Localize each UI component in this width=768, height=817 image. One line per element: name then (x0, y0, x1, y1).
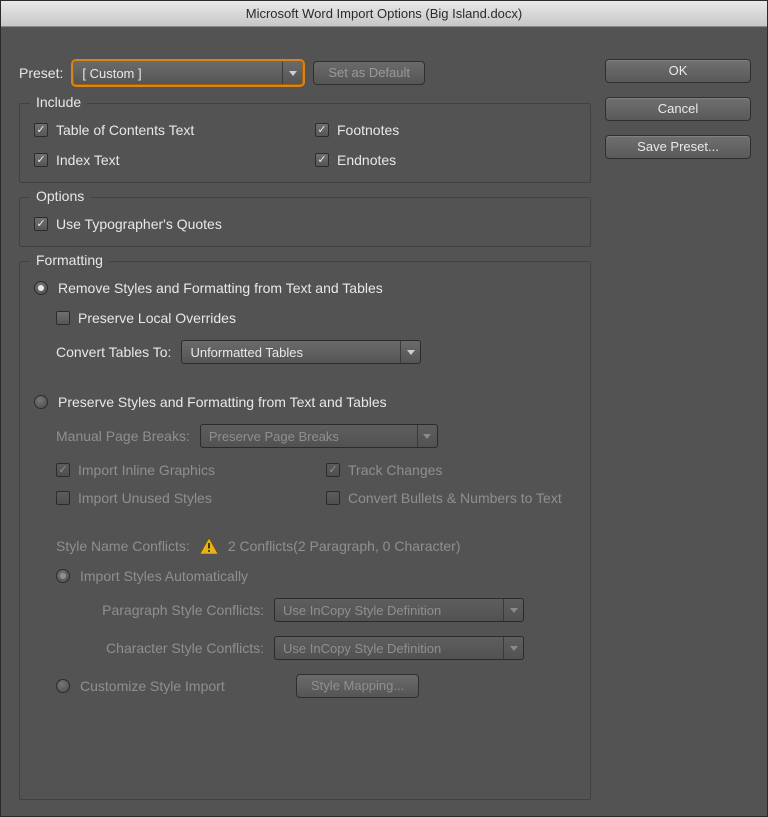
warning-icon (200, 538, 218, 554)
paragraph-conflicts-value: Use InCopy Style Definition (283, 603, 441, 618)
style-conflicts-row: Style Name Conflicts: 2 Conflicts(2 Para… (56, 538, 576, 554)
convert-tables-value: Unformatted Tables (190, 345, 303, 360)
chevron-down-icon (503, 599, 523, 621)
convert-bullets-label: Convert Bullets & Numbers to Text (348, 490, 562, 506)
main-column: Preset: [ Custom ] Set as Default Includ… (19, 43, 605, 800)
cancel-button[interactable]: Cancel (605, 97, 751, 121)
include-legend: Include (30, 94, 87, 110)
checkbox-icon (326, 491, 340, 505)
track-changes-label: Track Changes (348, 462, 442, 478)
checkbox-icon (34, 153, 48, 167)
checkbox-icon (326, 463, 340, 477)
import-inline-label: Import Inline Graphics (78, 462, 215, 478)
include-group: Include Table of Contents Text Footnotes… (19, 103, 591, 183)
set-as-default-button[interactable]: Set as Default (313, 61, 425, 85)
preset-value: [ Custom ] (82, 66, 141, 81)
chevron-down-icon (417, 425, 437, 447)
radio-icon (56, 569, 70, 583)
checkbox-icon (315, 153, 329, 167)
radio-icon (34, 395, 48, 409)
footnotes-checkbox[interactable]: Footnotes (315, 122, 576, 138)
preserve-local-checkbox[interactable]: Preserve Local Overrides (56, 310, 576, 326)
checkbox-icon (56, 491, 70, 505)
chevron-down-icon (400, 341, 420, 363)
preset-label: Preset: (19, 65, 63, 81)
import-unused-checkbox: Import Unused Styles (56, 490, 306, 506)
ok-button[interactable]: OK (605, 59, 751, 83)
remove-styles-label: Remove Styles and Formatting from Text a… (58, 280, 383, 296)
customize-row: Customize Style Import Style Mapping... (56, 674, 576, 698)
formatting-group: Formatting Remove Styles and Formatting … (19, 261, 591, 800)
preset-dropdown[interactable]: [ Custom ] (73, 61, 303, 85)
track-changes-checkbox: Track Changes (326, 462, 576, 478)
preserve-styles-label: Preserve Styles and Formatting from Text… (58, 394, 387, 410)
toc-label: Table of Contents Text (56, 122, 194, 138)
index-label: Index Text (56, 152, 120, 168)
footnotes-label: Footnotes (337, 122, 399, 138)
preserve-styles-radio[interactable]: Preserve Styles and Formatting from Text… (34, 394, 576, 410)
character-conflicts-value: Use InCopy Style Definition (283, 641, 441, 656)
paragraph-conflicts-label: Paragraph Style Conflicts: (78, 602, 264, 618)
index-checkbox[interactable]: Index Text (34, 152, 295, 168)
manual-breaks-dropdown: Preserve Page Breaks (200, 424, 438, 448)
convert-tables-dropdown[interactable]: Unformatted Tables (181, 340, 421, 364)
checkbox-icon (34, 217, 48, 231)
character-conflicts-dropdown: Use InCopy Style Definition (274, 636, 524, 660)
import-unused-label: Import Unused Styles (78, 490, 212, 506)
save-preset-button[interactable]: Save Preset... (605, 135, 751, 159)
style-mapping-button: Style Mapping... (296, 674, 419, 698)
formatting-legend: Formatting (30, 252, 109, 268)
convert-tables-label: Convert Tables To: (56, 344, 171, 360)
remove-styles-radio[interactable]: Remove Styles and Formatting from Text a… (34, 280, 576, 296)
dialog-body: Preset: [ Custom ] Set as Default Includ… (1, 27, 767, 816)
typographer-checkbox[interactable]: Use Typographer's Quotes (34, 216, 576, 232)
manual-breaks-label: Manual Page Breaks: (56, 428, 190, 444)
character-conflicts-label: Character Style Conflicts: (78, 640, 264, 656)
dialog-window: Microsoft Word Import Options (Big Islan… (0, 0, 768, 817)
endnotes-label: Endnotes (337, 152, 396, 168)
checkbox-icon (315, 123, 329, 137)
title-bar: Microsoft Word Import Options (Big Islan… (1, 1, 767, 27)
paragraph-conflicts-row: Paragraph Style Conflicts: Use InCopy St… (78, 598, 576, 622)
character-conflicts-row: Character Style Conflicts: Use InCopy St… (78, 636, 576, 660)
typographer-label: Use Typographer's Quotes (56, 216, 222, 232)
window-title: Microsoft Word Import Options (Big Islan… (246, 6, 522, 21)
checkbox-icon (34, 123, 48, 137)
convert-bullets-checkbox: Convert Bullets & Numbers to Text (326, 490, 576, 506)
import-auto-radio: Import Styles Automatically (56, 568, 576, 584)
preserve-local-label: Preserve Local Overrides (78, 310, 236, 326)
radio-icon (56, 679, 70, 693)
manual-breaks-row: Manual Page Breaks: Preserve Page Breaks (56, 424, 576, 448)
manual-breaks-value: Preserve Page Breaks (209, 429, 339, 444)
radio-icon (34, 281, 48, 295)
side-column: OK Cancel Save Preset... (605, 43, 751, 800)
checkbox-icon (56, 311, 70, 325)
checkbox-icon (56, 463, 70, 477)
chevron-down-icon (503, 637, 523, 659)
preset-row: Preset: [ Custom ] Set as Default (19, 61, 591, 85)
style-conflicts-label: Style Name Conflicts: (56, 538, 190, 554)
chevron-down-icon (282, 62, 302, 84)
options-group: Options Use Typographer's Quotes (19, 197, 591, 247)
customize-label: Customize Style Import (80, 678, 225, 694)
convert-tables-row: Convert Tables To: Unformatted Tables (56, 340, 576, 364)
style-conflicts-text: 2 Conflicts(2 Paragraph, 0 Character) (228, 538, 461, 554)
import-auto-label: Import Styles Automatically (80, 568, 248, 584)
toc-checkbox[interactable]: Table of Contents Text (34, 122, 295, 138)
import-inline-checkbox: Import Inline Graphics (56, 462, 306, 478)
options-legend: Options (30, 188, 90, 204)
paragraph-conflicts-dropdown: Use InCopy Style Definition (274, 598, 524, 622)
customize-style-radio: Customize Style Import (56, 678, 286, 694)
endnotes-checkbox[interactable]: Endnotes (315, 152, 576, 168)
